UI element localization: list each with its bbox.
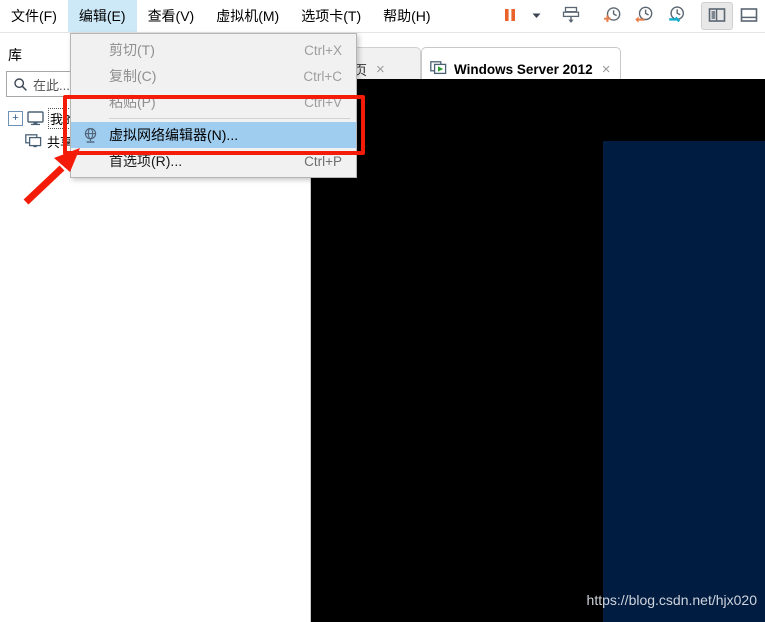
menu-item-virtual-network-editor[interactable]: 虚拟网络编辑器(N)... xyxy=(71,122,356,148)
snapshot-take-icon xyxy=(602,5,622,28)
menu-help[interactable]: 帮助(H) xyxy=(372,0,441,32)
pause-icon xyxy=(501,6,519,27)
snapshot-manager-icon xyxy=(666,5,686,28)
menu-file-label: 文件(F) xyxy=(11,8,57,24)
menu-item-cut-label: 剪切(T) xyxy=(109,42,155,58)
menu-tabs[interactable]: 选项卡(T) xyxy=(290,0,372,32)
power-dropdown-button[interactable] xyxy=(526,2,546,30)
search-placeholder: 在此... xyxy=(33,77,70,93)
toolbar xyxy=(494,0,765,32)
snapshot-revert-icon xyxy=(634,5,654,28)
tab-windows-server-2012-close-icon[interactable]: × xyxy=(602,62,611,77)
menu-item-paste-label: 粘贴(P) xyxy=(109,94,156,110)
search-icon xyxy=(7,77,33,92)
show-library-button[interactable] xyxy=(701,2,733,30)
menu-help-label: 帮助(H) xyxy=(383,8,431,24)
shared-vms-icon xyxy=(25,134,47,149)
menu-item-preferences-label: 首选项(R)... xyxy=(109,153,183,169)
show-library-icon xyxy=(707,5,727,28)
menu-item-cut[interactable]: 剪切(T) Ctrl+X xyxy=(71,37,356,63)
expand-icon[interactable]: + xyxy=(8,111,23,126)
menu-file[interactable]: 文件(F) xyxy=(0,0,68,32)
menu-vm[interactable]: 虚拟机(M) xyxy=(205,0,290,32)
tab-windows-server-2012-label: Windows Server 2012 xyxy=(454,61,593,77)
menu-item-preferences-accel: Ctrl+P xyxy=(304,153,342,169)
menu-item-cut-accel: Ctrl+X xyxy=(304,42,342,58)
expander-placeholder xyxy=(8,135,21,148)
menu-edit-label: 编辑(E) xyxy=(78,8,126,24)
menu-item-paste[interactable]: 粘贴(P) Ctrl+V xyxy=(71,89,356,115)
library-title: 库 xyxy=(8,47,22,63)
snapshot-manager-button[interactable] xyxy=(660,2,692,30)
menu-item-copy-label: 复制(C) xyxy=(109,68,157,84)
menu-item-copy-accel: Ctrl+C xyxy=(303,68,342,84)
chevron-down-icon xyxy=(531,9,542,24)
suspend-button[interactable] xyxy=(494,2,526,30)
menu-vm-label: 虚拟机(M) xyxy=(216,8,280,24)
menu-item-copy[interactable]: 复制(C) Ctrl+C xyxy=(71,63,356,89)
send-ctrl-alt-del-button[interactable] xyxy=(555,2,587,30)
show-thumbnail-bar-icon xyxy=(739,5,759,28)
vm-console-panel xyxy=(603,141,765,622)
show-thumbnail-bar-button[interactable] xyxy=(733,2,765,30)
globe-icon xyxy=(71,127,109,144)
take-snapshot-button[interactable] xyxy=(596,2,628,30)
vm-console[interactable]: https://blog.csdn.net/hjx020 xyxy=(311,79,765,622)
menu-item-virtual-network-editor-label: 虚拟网络编辑器(N)... xyxy=(109,127,239,143)
tab-home-close-icon[interactable]: × xyxy=(376,62,385,77)
my-computer-icon xyxy=(27,111,49,126)
vm-running-icon xyxy=(430,61,447,77)
menu-view[interactable]: 查看(V) xyxy=(137,0,206,32)
menu-view-label: 查看(V) xyxy=(147,8,195,24)
menu-item-preferences[interactable]: 首选项(R)... Ctrl+P xyxy=(71,148,356,174)
send-ctrl-alt-del-icon xyxy=(561,5,581,28)
menu-tabs-label: 选项卡(T) xyxy=(301,8,362,24)
watermark-text: https://blog.csdn.net/hjx020 xyxy=(586,592,757,608)
menu-item-paste-accel: Ctrl+V xyxy=(304,94,342,110)
revert-snapshot-button[interactable] xyxy=(628,2,660,30)
vmware-workstation-window: 文件(F) 编辑(E) 查看(V) 虚拟机(M) 选项卡(T) 帮助(H) 库 … xyxy=(0,0,765,622)
menu-separator xyxy=(109,118,350,119)
menu-edit[interactable]: 编辑(E) xyxy=(67,0,137,32)
edit-dropdown-menu: 剪切(T) Ctrl+X 复制(C) Ctrl+C 粘贴(P) Ctrl+V 虚… xyxy=(70,33,357,178)
